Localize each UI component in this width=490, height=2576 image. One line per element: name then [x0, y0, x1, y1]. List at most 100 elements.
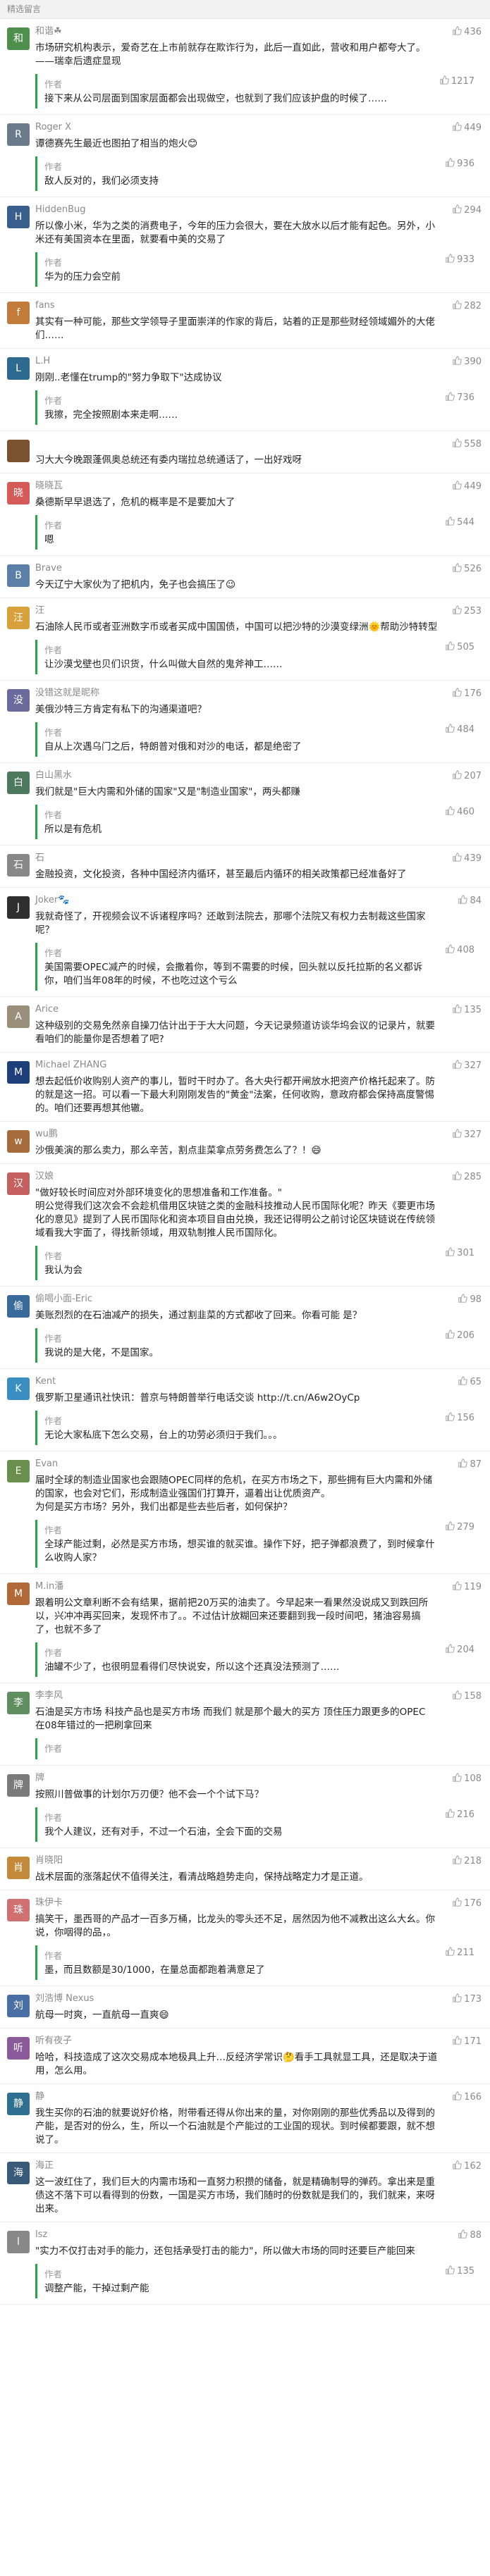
like-count: 65 — [470, 1377, 482, 1387]
like-count: 207 — [464, 771, 482, 781]
avatar[interactable] — [7, 440, 30, 462]
reply-like-button[interactable]: 484 — [446, 724, 474, 736]
avatar[interactable]: B — [7, 564, 30, 587]
like-button[interactable]: 449 — [453, 481, 482, 493]
commenter-name — [35, 437, 483, 451]
avatar[interactable]: w — [7, 1130, 30, 1153]
like-button[interactable]: 84 — [458, 895, 482, 907]
like-button[interactable]: 253 — [453, 605, 482, 617]
reply-like-button[interactable]: 505 — [446, 641, 474, 653]
avatar[interactable]: R — [7, 123, 30, 146]
reply-author-label: 作者 — [44, 161, 63, 172]
reply-like-button[interactable]: 1217 — [440, 75, 474, 87]
avatar[interactable]: M — [7, 1061, 30, 1084]
like-button[interactable]: 327 — [453, 1129, 482, 1141]
like-button[interactable]: 176 — [453, 1897, 482, 1909]
reply-like-button[interactable]: 211 — [446, 1947, 474, 1959]
avatar[interactable]: 白 — [7, 772, 30, 794]
like-button[interactable]: 135 — [453, 1004, 482, 1016]
reply-like-button[interactable]: 135 — [446, 2265, 474, 2277]
like-button[interactable]: 119 — [453, 1581, 482, 1593]
like-button[interactable]: 158 — [453, 1690, 482, 1702]
avatar[interactable]: 听 — [7, 2037, 30, 2060]
like-button[interactable]: 87 — [458, 1459, 482, 1470]
avatar[interactable]: 海 — [7, 2162, 30, 2184]
like-button[interactable]: 218 — [453, 1855, 482, 1867]
like-button[interactable]: 390 — [453, 356, 482, 368]
avatar[interactable]: L — [7, 357, 30, 380]
avatar[interactable]: E — [7, 1460, 30, 1482]
avatar[interactable]: 和 — [7, 27, 30, 50]
avatar[interactable]: 静 — [7, 2093, 30, 2115]
thumbs-up-icon — [458, 1459, 468, 1470]
reply-text: 墨，而且数额是30/1000，在量总面都跑着满意足了 — [44, 1964, 265, 1976]
like-button[interactable]: 98 — [458, 1294, 482, 1306]
reply-text: 美国需要OPEC减产的时候，会撒着你，等到不需要的时候，回头就以反托拉斯的名义都… — [44, 962, 423, 986]
like-count: 449 — [464, 481, 482, 492]
like-button[interactable]: 436 — [453, 26, 482, 38]
reply-like-count: 279 — [457, 1522, 474, 1532]
avatar[interactable]: 汉 — [7, 1172, 30, 1195]
reply-like-button[interactable]: 936 — [446, 158, 474, 170]
like-count: 88 — [470, 2230, 482, 2241]
reply-like-button[interactable]: 544 — [446, 516, 474, 528]
reply-like-button[interactable]: 279 — [446, 1521, 474, 1533]
avatar[interactable]: 石 — [7, 854, 30, 877]
avatar[interactable]: 李 — [7, 1692, 30, 1714]
comment-text: 市场研究机构表示，爱奇艺在上市前就存在欺诈行为，此后一直如此，营收和用户都夸大了… — [35, 42, 426, 67]
like-button[interactable]: 294 — [453, 204, 482, 216]
like-button[interactable]: 558 — [453, 438, 482, 450]
like-button[interactable]: 176 — [453, 688, 482, 700]
like-button[interactable]: 166 — [453, 2091, 482, 2103]
reply-like-count: 204 — [457, 1645, 474, 1655]
comment-text: 按照川普做事的计划尔万刃便？他不会一个个试下马？ — [35, 1789, 264, 1800]
like-button[interactable]: 171 — [453, 2036, 482, 2048]
reply-like-button[interactable]: 736 — [446, 392, 474, 404]
avatar[interactable]: f — [7, 302, 30, 324]
avatar[interactable]: H — [7, 206, 30, 228]
like-button[interactable]: 88 — [458, 2229, 482, 2241]
like-button[interactable]: 327 — [453, 1060, 482, 1072]
avatar[interactable]: 晓 — [7, 482, 30, 504]
reply-like-button[interactable]: 301 — [446, 1247, 474, 1259]
comment-item: 肖肖晓阳 218 战术层面的涨落起伏不值得关注，看清战略趋势走向，保持战略定力才是正… — [0, 1848, 490, 1890]
like-button[interactable]: 108 — [453, 1773, 482, 1785]
reply-like-button[interactable]: 156 — [446, 1412, 474, 1424]
avatar[interactable]: 刘 — [7, 1995, 30, 2017]
reply-like-count: 484 — [457, 724, 474, 735]
avatar[interactable]: 偷 — [7, 1295, 30, 1318]
like-button[interactable]: 285 — [453, 1171, 482, 1183]
thumbs-up-icon — [453, 688, 462, 700]
reply-like-button[interactable]: 204 — [446, 1644, 474, 1656]
avatar[interactable]: 没 — [7, 689, 30, 712]
thumbs-up-icon — [446, 1330, 455, 1342]
reply-author-label: 作者 — [44, 1251, 63, 1261]
like-button[interactable]: 207 — [453, 770, 482, 782]
reply-like-button[interactable]: 460 — [446, 806, 474, 818]
like-button[interactable]: 282 — [453, 300, 482, 312]
avatar[interactable]: 珠 — [7, 1899, 30, 1921]
reply-like-button[interactable]: 206 — [446, 1330, 474, 1342]
comment-item: 静静 166 我生买你的石油的就要说好价格，附带看还得从你出来的量，对你刚刚的那些优… — [0, 2084, 490, 2153]
reply-like-button[interactable]: 408 — [446, 944, 474, 956]
like-count: 327 — [464, 1060, 482, 1071]
like-button[interactable]: 449 — [453, 122, 482, 134]
avatar[interactable]: A — [7, 1005, 30, 1028]
like-count: 253 — [464, 606, 482, 617]
like-button[interactable]: 526 — [453, 563, 482, 575]
like-button[interactable]: 162 — [453, 2160, 482, 2172]
avatar[interactable]: M — [7, 1583, 30, 1605]
comment-item: 558 习大大今晚跟蓬佩奥总统还有委内瑞拉总统通话了，一出好戏呀 — [0, 431, 490, 473]
reply-text: 嗯 — [44, 534, 54, 545]
reply-like-button[interactable]: 216 — [446, 1809, 474, 1821]
like-button[interactable]: 65 — [458, 1376, 482, 1388]
like-button[interactable]: 173 — [453, 1993, 482, 2005]
avatar[interactable]: 肖 — [7, 1857, 30, 1879]
reply-like-button[interactable]: 933 — [446, 254, 474, 266]
avatar[interactable]: J — [7, 896, 30, 919]
like-button[interactable]: 439 — [453, 853, 482, 865]
avatar[interactable]: 汪 — [7, 607, 30, 629]
avatar[interactable]: l — [7, 2231, 30, 2253]
avatar[interactable]: K — [7, 1377, 30, 1400]
avatar[interactable]: 牌 — [7, 1774, 30, 1797]
